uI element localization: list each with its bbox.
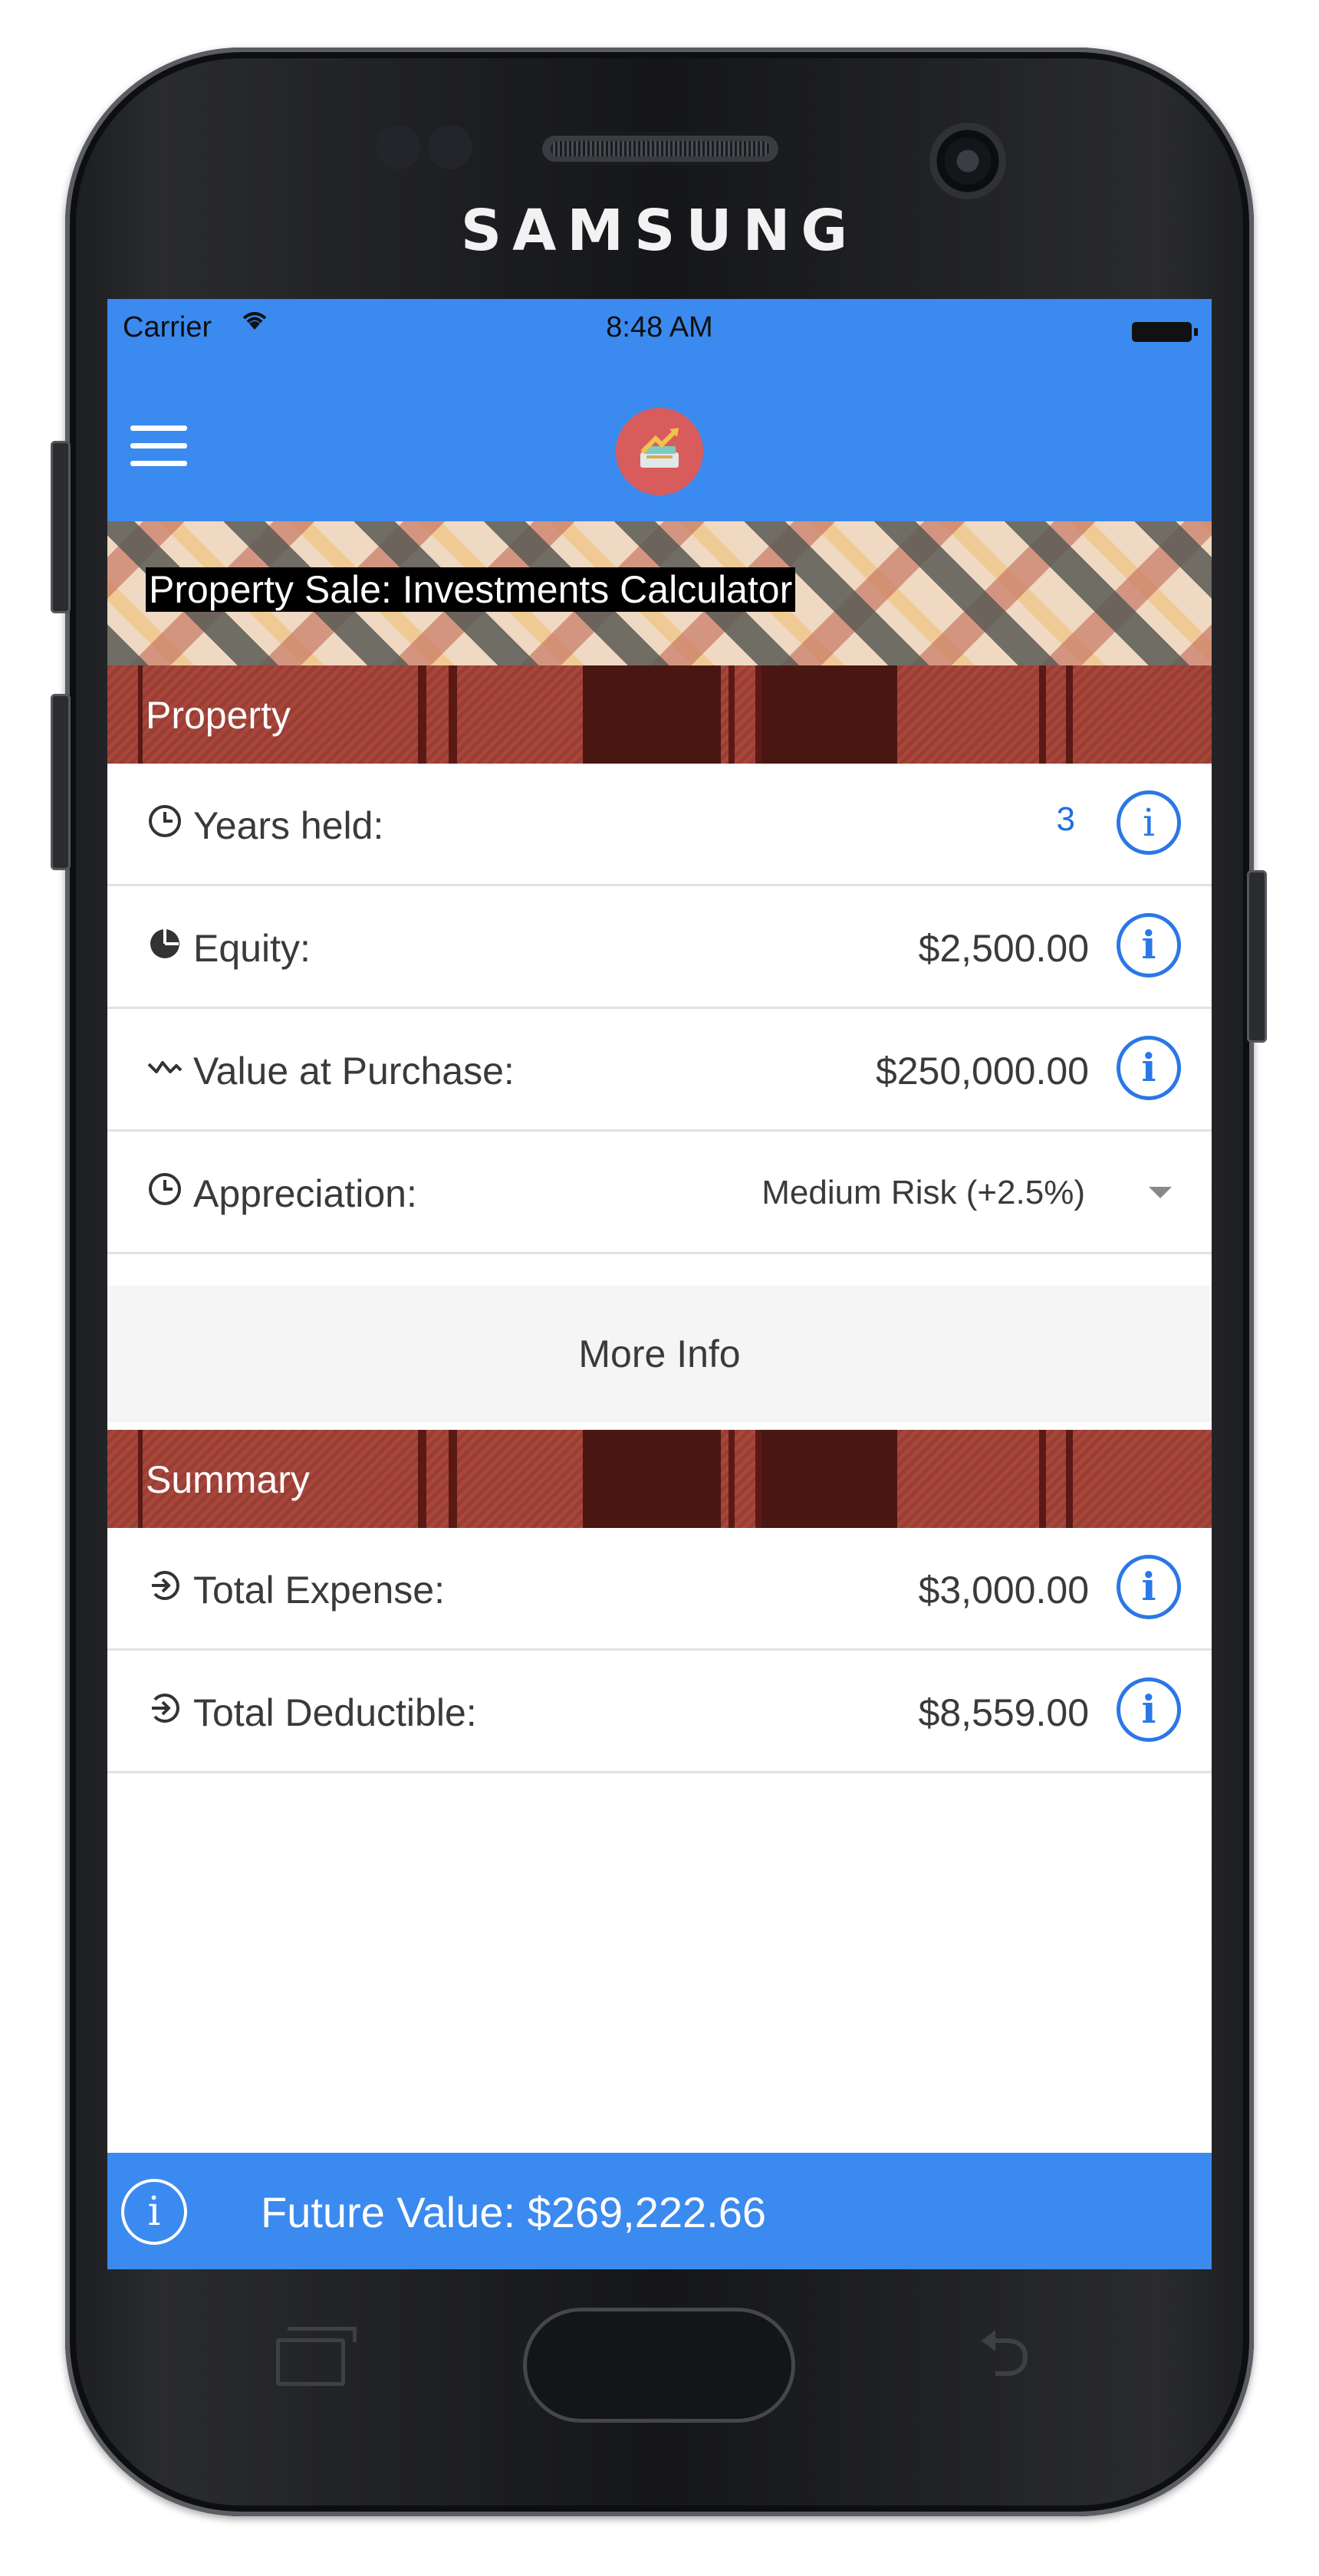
section-header-property: Property	[107, 665, 1212, 764]
info-icon[interactable]: i	[1117, 913, 1181, 978]
years-held-row[interactable]: Years held: 3 i	[107, 764, 1212, 886]
status-time: 8:48 AM	[606, 311, 713, 343]
info-icon[interactable]: i	[121, 2179, 187, 2245]
battery-icon	[1132, 322, 1198, 342]
front-camera	[929, 123, 1006, 199]
row-label: Value at Purchase:	[193, 1050, 515, 1092]
total-expense-row: Total Expense: $3,000.00 i	[107, 1528, 1212, 1651]
appreciation-select[interactable]: Medium Risk (+2.5%)	[761, 1174, 1085, 1212]
row-label: Total Expense:	[193, 1569, 445, 1612]
app-logo-icon	[616, 408, 703, 495]
recent-apps-icon[interactable]	[276, 2327, 357, 2386]
menu-icon[interactable]	[130, 426, 187, 467]
equity-value[interactable]: $2,500.00	[919, 926, 1089, 971]
pie-chart-icon	[146, 926, 184, 964]
device-brand: SAMSUNG	[460, 198, 859, 264]
total-deductible-row: Total Deductible: $8,559.00 i	[107, 1651, 1212, 1773]
info-icon[interactable]: i	[1117, 1036, 1181, 1100]
arrow-circle-icon	[146, 1568, 184, 1606]
total-deductible-value: $8,559.00	[918, 1691, 1089, 1734]
app-screen: Carrier 8:48 AM Property Sale: Investmen…	[107, 299, 1212, 2269]
future-value-text: Future Value: $269,222.66	[261, 2188, 767, 2236]
chevron-down-icon[interactable]	[1149, 1187, 1172, 1198]
earpiece-speaker	[538, 132, 782, 166]
app-bar	[107, 353, 1212, 521]
home-button[interactable]	[523, 2308, 795, 2423]
more-info-button[interactable]: More Info	[107, 1286, 1212, 1422]
row-label: Appreciation:	[193, 1172, 417, 1215]
arrow-circle-icon	[146, 1691, 184, 1729]
page-title: Property Sale: Investments Calculator	[146, 567, 796, 612]
info-icon[interactable]: i	[1117, 1555, 1181, 1619]
row-label: Total Deductible:	[193, 1691, 477, 1734]
future-value-bar[interactable]: i Future Value: $269,222.66	[107, 2153, 1212, 2269]
total-expense-value: $3,000.00	[918, 1569, 1089, 1612]
row-label: Years held:	[193, 804, 384, 847]
volume-up-button	[51, 441, 71, 613]
power-button	[1247, 870, 1267, 1043]
trend-icon	[146, 1049, 184, 1087]
clock-icon	[146, 1171, 184, 1210]
purchase-value[interactable]: $250,000.00	[876, 1049, 1089, 1093]
volume-down-button	[51, 694, 71, 870]
sensor-dots	[376, 119, 483, 172]
years-held-value[interactable]: 3	[1057, 800, 1075, 839]
info-icon[interactable]: i	[1117, 790, 1181, 855]
back-icon[interactable]: ⮌	[962, 2321, 1047, 2387]
appreciation-row[interactable]: Appreciation: Medium Risk (+2.5%)	[107, 1132, 1212, 1254]
clock-icon	[146, 803, 184, 842]
value-at-purchase-row[interactable]: Value at Purchase: $250,000.00 i	[107, 1009, 1212, 1132]
section-header-summary: Summary	[107, 1430, 1212, 1528]
row-label: Equity:	[193, 927, 311, 970]
section-title: Summary	[146, 1458, 310, 1501]
section-title: Property	[146, 694, 291, 737]
info-icon[interactable]: i	[1117, 1677, 1181, 1742]
status-bar: Carrier 8:48 AM	[107, 299, 1212, 353]
equity-row[interactable]: Equity: $2,500.00 i	[107, 886, 1212, 1009]
